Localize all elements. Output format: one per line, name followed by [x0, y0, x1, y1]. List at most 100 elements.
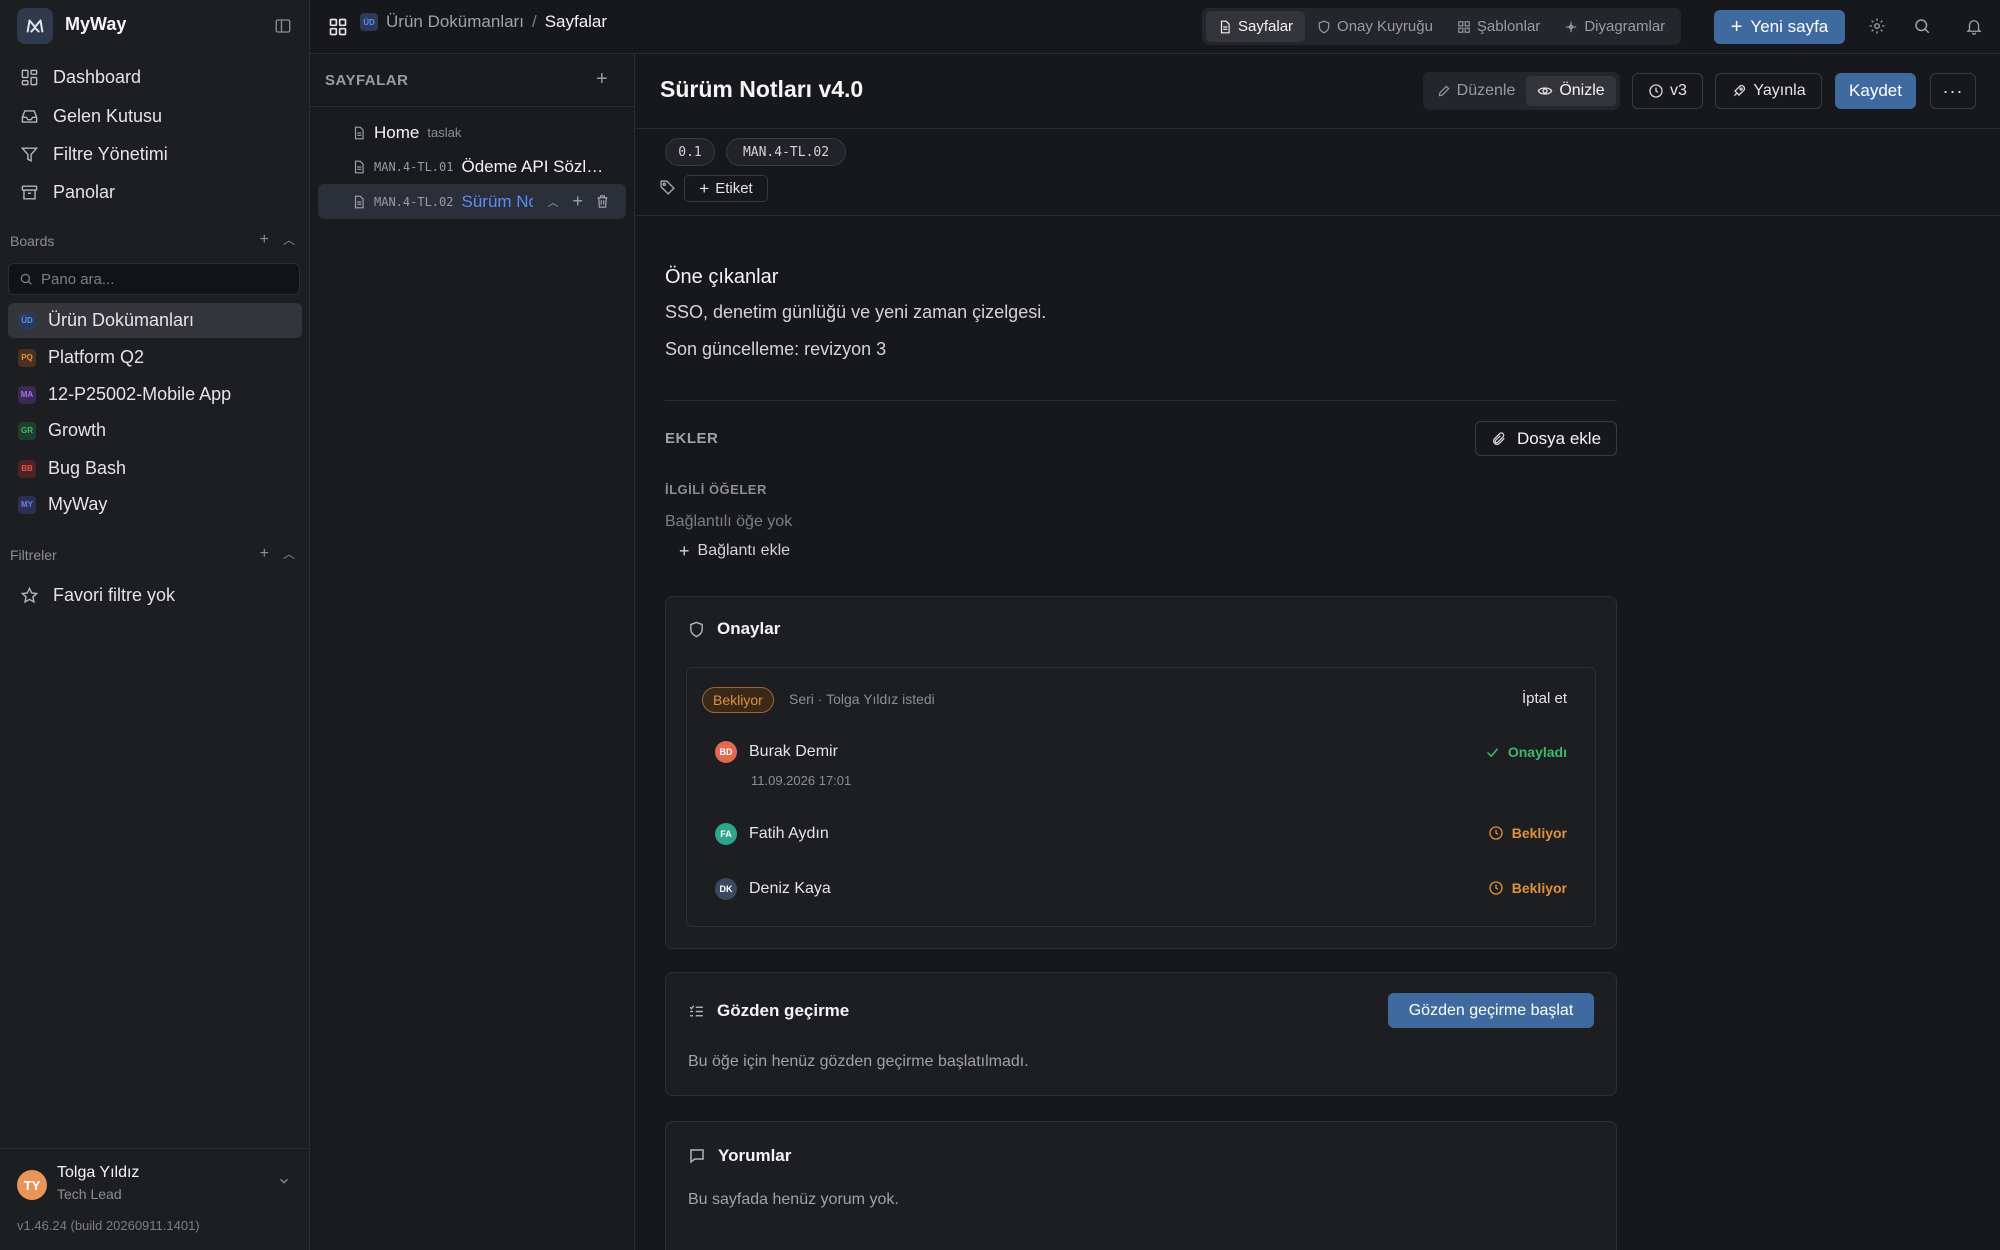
tab-pages[interactable]: Sayfalar	[1206, 11, 1306, 42]
view-tabs: Sayfalar Onay Kuyruğu Şablonlar Diyagram…	[1202, 8, 1682, 45]
board-badge: GR	[18, 421, 36, 440]
content-paragraph: Son güncelleme: revizyon 3	[665, 339, 887, 359]
status-badge: Bekliyor	[702, 687, 774, 713]
cancel-approval-button[interactable]: İptal et	[1522, 690, 1567, 707]
user-name: Tolga Yıldız	[57, 1164, 140, 1181]
user-role: Tech Lead	[57, 1186, 122, 1202]
check-icon	[1486, 747, 1498, 757]
breadcrumb-board[interactable]: Ürün Dokümanları	[386, 12, 524, 32]
tab-label: Şablonlar	[1476, 18, 1541, 35]
comment-icon	[690, 1149, 704, 1164]
page-item[interactable]: Home taslak	[318, 115, 626, 150]
new-page-button[interactable]: + Yeni sayfa	[1714, 10, 1845, 44]
board-item[interactable]: GR Growth	[8, 413, 302, 448]
apps-grid-icon[interactable]	[328, 17, 348, 37]
plus-icon: +	[679, 541, 690, 561]
approval-request: Bekliyor Seri · Tolga Yıldız istedi İpta…	[686, 667, 1596, 927]
board-search-input[interactable]: Pano ara...	[8, 263, 300, 295]
preview-mode-button[interactable]: Önizle	[1526, 76, 1616, 106]
approval-status-label: Onayladı	[1507, 744, 1567, 760]
publish-label: Yayınla	[1753, 82, 1806, 99]
page-label: Ödeme API Sözleşmesi	[461, 156, 611, 176]
add-file-label: Dosya ekle	[1516, 428, 1602, 448]
plus-icon: +	[1730, 16, 1743, 38]
tab-label: Diyagramlar	[1584, 18, 1666, 35]
boards-section-label: Boards	[10, 233, 55, 249]
inbox-icon	[21, 109, 38, 123]
board-item[interactable]: ÜD Ürün Dokümanları	[8, 303, 302, 338]
version-label: v3	[1670, 82, 1687, 99]
settings-gear-icon[interactable]	[1865, 14, 1889, 38]
diagram-icon	[1566, 21, 1577, 32]
board-item[interactable]: MA 12-P25002-Mobile App	[8, 377, 302, 412]
review-card: Gözden geçirme Gözden geçirme başlat Bu …	[665, 972, 1617, 1096]
more-options-icon[interactable]: ···	[1930, 73, 1976, 109]
app-logo[interactable]	[17, 8, 53, 44]
comments-empty-text: Bu sayfada henüz yorum yok.	[688, 1191, 899, 1208]
avatar: BD	[715, 741, 737, 763]
user-menu[interactable]: TY Tolga Yıldız Tech Lead v1.46.24 (buil…	[0, 1148, 310, 1250]
add-filter-icon[interactable]: +	[260, 545, 269, 563]
nav-boards[interactable]: Panolar	[10, 174, 300, 210]
avatar: TY	[17, 1170, 47, 1200]
tab-approval-queue[interactable]: Onay Kuyruğu	[1305, 11, 1445, 42]
board-label: Platform Q2	[48, 347, 145, 367]
top-bar: ÜD Ürün Dokümanları / Sayfalar Sayfalar …	[310, 0, 2000, 54]
code-chip: MAN.4-TL.02	[726, 138, 846, 166]
favorite-filters-empty: Favori filtre yok	[10, 577, 300, 613]
tab-label: Onay Kuyruğu	[1337, 18, 1433, 35]
trash-icon[interactable]	[595, 194, 610, 209]
sidebar: MyWay Dashboard Gelen Kutusu Filtre Yöne…	[0, 0, 310, 1250]
nav-dashboard[interactable]: Dashboard	[10, 59, 300, 95]
board-badge: MA	[18, 385, 36, 404]
board-label: 12-P25002-Mobile App	[48, 384, 232, 404]
add-board-icon[interactable]: +	[260, 231, 269, 249]
save-button[interactable]: Kaydet	[1835, 73, 1916, 109]
board-item[interactable]: MY MyWay	[8, 487, 302, 522]
board-item[interactable]: BB Bug Bash	[8, 451, 302, 486]
add-subpage-icon[interactable]: +	[572, 191, 583, 212]
approvals-card: Onaylar Bekliyor Seri · Tolga Yıldız ist…	[665, 596, 1617, 949]
clock-icon	[1489, 826, 1503, 840]
add-file-button[interactable]: Dosya ekle	[1475, 421, 1617, 456]
tab-templates[interactable]: Şablonlar	[1445, 11, 1552, 42]
breadcrumb-current: Sayfalar	[544, 12, 608, 31]
start-review-button[interactable]: Gözden geçirme başlat	[1388, 993, 1594, 1028]
comments-card: Yorumlar Bu sayfada henüz yorum yok.	[665, 1121, 1617, 1250]
page-item[interactable]: MAN.4-TL.01 Ödeme API Sözleşmesi	[318, 149, 626, 184]
filters-section-label: Filtreler	[10, 547, 57, 563]
add-page-icon[interactable]: +	[596, 68, 608, 91]
notification-bell-icon[interactable]	[1962, 14, 1986, 38]
version-chip: 0.1	[665, 138, 715, 166]
avatar: FA	[715, 823, 737, 845]
board-item[interactable]: PQ Platform Q2	[8, 340, 302, 375]
pencil-icon	[1438, 85, 1450, 97]
add-link-label: Bağlantı ekle	[697, 542, 791, 559]
search-icon[interactable]	[1910, 14, 1934, 38]
collapse-filters-icon[interactable]: ︿	[283, 545, 295, 563]
add-link-button[interactable]: + Bağlantı ekle	[679, 542, 790, 560]
nav-label: Panolar	[53, 181, 116, 202]
tag-icon	[659, 179, 676, 196]
shield-icon	[1318, 20, 1330, 33]
eye-icon	[1537, 87, 1553, 95]
edit-mode-button[interactable]: Düzenle	[1427, 76, 1525, 106]
checklist-icon	[689, 1004, 703, 1016]
nav-inbox[interactable]: Gelen Kutusu	[10, 98, 300, 134]
tab-diagrams[interactable]: Diyagramlar	[1552, 11, 1677, 42]
collapse-page-icon[interactable]: ︿	[547, 194, 558, 210]
chevron-down-icon[interactable]	[277, 1174, 291, 1188]
save-label: Kaydet	[1849, 81, 1902, 100]
page-item-active[interactable]: MAN.4-TL.02 Sürüm Notları v4.0 ︿ +	[318, 184, 626, 219]
add-tag-button[interactable]: + Etiket	[684, 175, 768, 202]
nav-filters[interactable]: Filtre Yönetimi	[10, 136, 300, 172]
publish-button[interactable]: Yayınla	[1715, 73, 1822, 109]
sidebar-toggle-icon[interactable]	[274, 17, 292, 35]
pages-panel-title: SAYFALAR	[325, 72, 409, 89]
approvals-title-label: Onaylar	[717, 619, 781, 638]
paperclip-icon	[1492, 431, 1505, 445]
collapse-boards-icon[interactable]: ︿	[283, 231, 295, 249]
content-heading: Öne çıkanlar	[665, 266, 779, 288]
version-button[interactable]: v3	[1632, 73, 1703, 109]
pages-panel: SAYFALAR + Home taslak MAN.4-TL.01 Ödeme…	[310, 54, 635, 1250]
